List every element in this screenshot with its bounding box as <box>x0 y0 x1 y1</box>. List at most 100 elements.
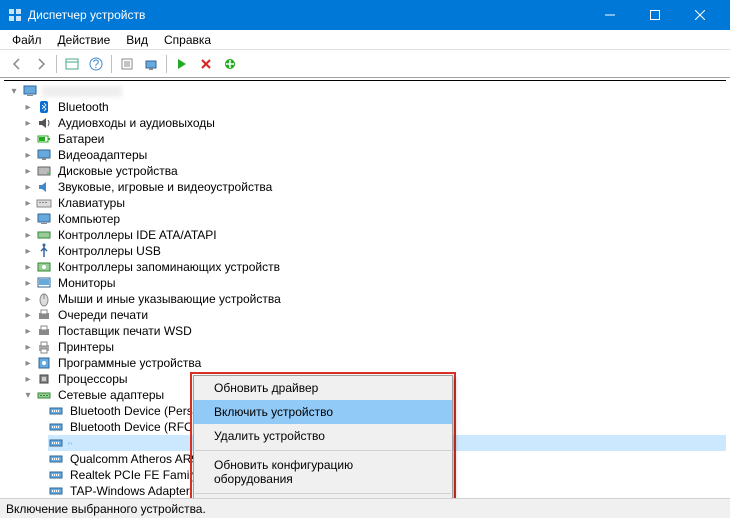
window-title: Диспетчер устройств <box>28 8 587 22</box>
tree-category-node[interactable]: ▸Клавиатуры <box>4 195 726 211</box>
cpu-icon <box>36 371 52 387</box>
expand-icon[interactable]: ▸ <box>22 309 34 321</box>
tree-category-node[interactable]: ▸ Контроллеры USB <box>4 243 726 259</box>
tree-category-node[interactable]: ▸ Очереди печати <box>4 307 726 323</box>
enable-button[interactable] <box>171 53 193 75</box>
ctx-separator <box>195 450 451 451</box>
ctx-scan-hardware[interactable]: Обновить конфигурацию оборудования <box>194 453 452 491</box>
storage-icon <box>36 259 52 275</box>
tree-category-node[interactable]: ▸ Bluetooth <box>4 99 726 115</box>
maximize-button[interactable] <box>632 0 677 30</box>
properties-button[interactable] <box>116 53 138 75</box>
expand-icon[interactable]: ▸ <box>22 261 34 273</box>
network-adapter-icon <box>48 403 64 419</box>
tree-category-node[interactable]: ▸ Поставщик печати WSD <box>4 323 726 339</box>
status-text: Включение выбранного устройства. <box>6 502 206 516</box>
expand-icon[interactable]: ▾ <box>22 389 34 401</box>
svg-text:?: ? <box>93 57 100 71</box>
expand-icon[interactable]: ▸ <box>22 229 34 241</box>
menu-view[interactable]: Вид <box>120 31 154 49</box>
expand-icon[interactable]: ▸ <box>22 149 34 161</box>
ctx-remove-device[interactable]: Удалить устройство <box>194 424 452 448</box>
tree-category-node[interactable]: ▸Мониторы <box>4 275 726 291</box>
category-label: Процессоры <box>56 372 130 386</box>
close-button[interactable] <box>677 0 722 30</box>
expand-icon[interactable]: ▸ <box>22 133 34 145</box>
computer-icon <box>36 211 52 227</box>
network-adapter-icon <box>48 435 64 451</box>
tree-category-node[interactable]: ▸ Контроллеры IDE ATA/ATAPI <box>4 227 726 243</box>
tree-category-node[interactable]: ▸ Аудиовходы и аудиовыходы <box>4 115 726 131</box>
ctx-update-driver[interactable]: Обновить драйвер <box>194 376 452 400</box>
app-icon <box>8 8 22 22</box>
usb-icon <box>36 243 52 259</box>
network-adapter-icon <box>48 483 64 498</box>
ctx-separator <box>195 493 451 494</box>
tree-category-node[interactable]: ▸Компьютер <box>4 211 726 227</box>
expand-icon[interactable]: ▸ <box>22 101 34 113</box>
expand-icon[interactable]: ▸ <box>22 357 34 369</box>
expand-icon[interactable]: ▸ <box>22 117 34 129</box>
category-label: Аудиовходы и аудиовыходы <box>56 116 217 130</box>
expand-icon[interactable]: ▸ <box>22 213 34 225</box>
expand-icon[interactable]: ▸ <box>22 277 34 289</box>
tree-category-node[interactable]: ▸ Программные устройства <box>4 355 726 371</box>
uninstall-button[interactable] <box>195 53 217 75</box>
expand-icon[interactable]: ▸ <box>22 373 34 385</box>
category-label: Контроллеры IDE ATA/ATAPI <box>56 228 219 242</box>
tree-category-node[interactable]: ▸Контроллеры запоминающих устройств <box>4 259 726 275</box>
menu-bar: Файл Действие Вид Справка <box>0 30 730 50</box>
category-label: Программные устройства <box>56 356 203 370</box>
category-label: Принтеры <box>56 340 116 354</box>
computer-icon <box>22 83 38 99</box>
category-label: Сетевые адаптеры <box>56 388 166 402</box>
root-label <box>42 86 122 97</box>
battery-icon <box>36 131 52 147</box>
context-menu: Обновить драйвер Включить устройство Уда… <box>193 375 453 498</box>
keyboard-icon <box>36 195 52 211</box>
expand-icon[interactable]: ▸ <box>22 245 34 257</box>
disk-icon <box>36 163 52 179</box>
ide-icon <box>36 227 52 243</box>
forward-button[interactable] <box>30 53 52 75</box>
category-label: Очереди печати <box>56 308 150 322</box>
expand-icon[interactable]: ▸ <box>22 181 34 193</box>
status-bar: Включение выбранного устройства. <box>0 498 730 518</box>
menu-action[interactable]: Действие <box>52 31 117 49</box>
device-tree[interactable]: ▾ ▸ Bluetooth ▸ Аудиовходы и аудиовыходы▸Бат… <box>4 80 726 498</box>
expand-icon[interactable]: ▸ <box>22 165 34 177</box>
tree-category-node[interactable]: ▸ Принтеры <box>4 339 726 355</box>
tree-category-node[interactable]: ▸Звуковые, игровые и видеоустройства <box>4 179 726 195</box>
ctx-enable-device[interactable]: Включить устройство <box>194 400 452 424</box>
category-label: Поставщик печати WSD <box>56 324 194 338</box>
toolbar-separator <box>56 55 57 73</box>
network-icon <box>36 387 52 403</box>
monitor-icon <box>36 275 52 291</box>
minimize-button[interactable] <box>587 0 632 30</box>
update-button[interactable] <box>219 53 241 75</box>
menu-help[interactable]: Справка <box>158 31 217 49</box>
tree-category-node[interactable]: ▸ Мыши и иные указывающие устройства <box>4 291 726 307</box>
back-button[interactable] <box>6 53 28 75</box>
printer-icon <box>36 339 52 355</box>
expand-icon[interactable]: ▸ <box>22 197 34 209</box>
tree-category-node[interactable]: ▸Видеоадаптеры <box>4 147 726 163</box>
category-label: Контроллеры USB <box>56 244 163 258</box>
category-label: Мыши и иные указывающие устройства <box>56 292 283 306</box>
menu-file[interactable]: Файл <box>6 31 48 49</box>
category-label: Bluetooth <box>56 100 111 114</box>
printqueue-icon <box>36 307 52 323</box>
expand-icon[interactable]: ▸ <box>22 325 34 337</box>
device-label <box>68 442 72 444</box>
tree-root-node[interactable]: ▾ <box>4 83 726 99</box>
tree-category-node[interactable]: ▸Батареи <box>4 131 726 147</box>
display-icon <box>36 147 52 163</box>
help-button[interactable]: ? <box>85 53 107 75</box>
scan-button[interactable] <box>140 53 162 75</box>
network-adapter-icon <box>48 467 64 483</box>
toolbar: ? <box>0 50 730 78</box>
expand-icon[interactable]: ▸ <box>22 293 34 305</box>
expand-icon[interactable]: ▸ <box>22 341 34 353</box>
show-hide-button[interactable] <box>61 53 83 75</box>
tree-category-node[interactable]: ▸Дисковые устройства <box>4 163 726 179</box>
